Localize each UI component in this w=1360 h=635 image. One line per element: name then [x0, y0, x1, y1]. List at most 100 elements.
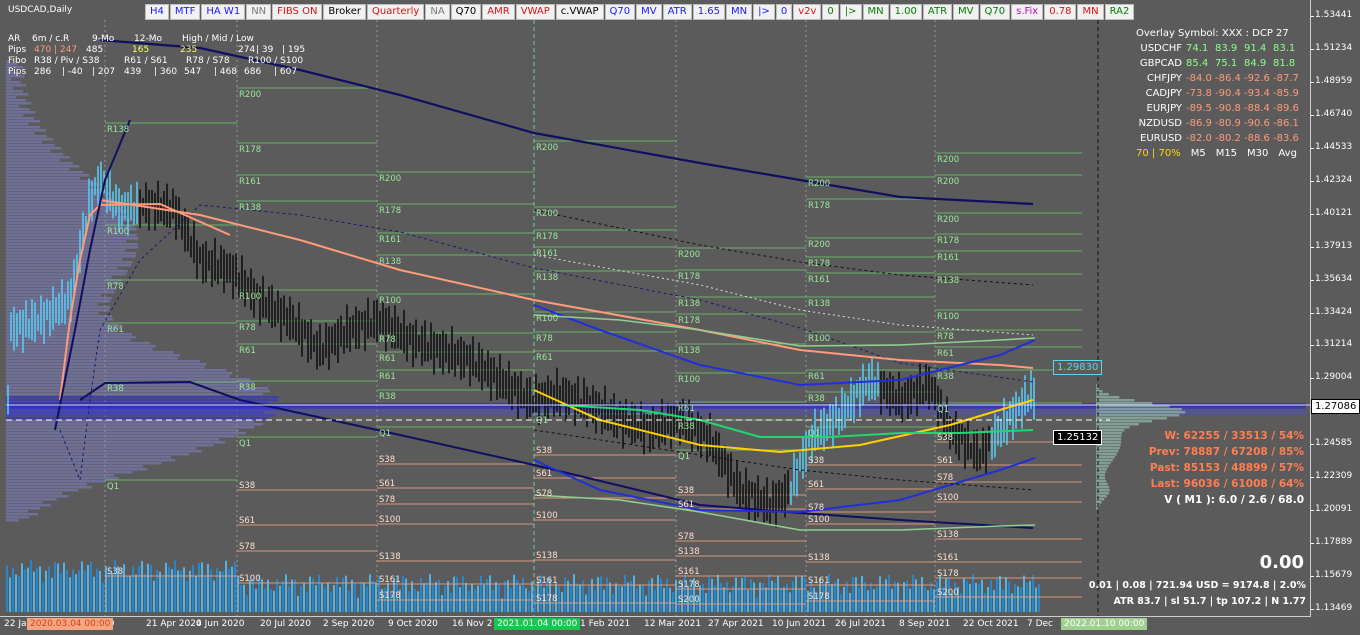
- toolbar-button-na[interactable]: NA: [425, 4, 450, 20]
- stats-header: High / Mid / Low: [182, 34, 254, 44]
- toolbar-button-q70[interactable]: Q70: [450, 4, 482, 20]
- volume-bar: [12, 568, 14, 612]
- timeframe-m15[interactable]: M15: [1216, 146, 1237, 162]
- timeframe-avg[interactable]: Avg: [1278, 146, 1297, 162]
- toolbar-button-q70[interactable]: Q70: [979, 4, 1011, 20]
- volume-bar: [204, 575, 206, 612]
- fib-level-label: S100: [937, 493, 959, 503]
- volume-bar: [327, 582, 329, 612]
- volume-bar: [495, 582, 497, 612]
- price-chart[interactable]: R138 R100 R78 R61 R38 Q1 S38 R200 R178 R161 R138 R1…: [0, 0, 1310, 616]
- volume-bar: [141, 561, 143, 612]
- stats-value: 470: [34, 45, 52, 55]
- volume-bar: [918, 585, 920, 612]
- volume-profile-bar: [6, 243, 138, 246]
- timeframe-m30[interactable]: M30: [1247, 146, 1268, 162]
- toolbar-button-q70[interactable]: Q70: [604, 4, 636, 20]
- volume-profile-bar: [6, 483, 87, 486]
- toolbar-button-ra2[interactable]: RA2: [1104, 4, 1135, 20]
- dotted-mid-line: [533, 254, 1034, 336]
- volume-profile-bar: [6, 366, 205, 369]
- toolbar-button-fibs-on[interactable]: FIBS ON: [272, 4, 323, 20]
- chart-area[interactable]: R138 R100 R78 R61 R38 Q1 S38 R200 R178 R161 R138 R1…: [0, 0, 1311, 616]
- volume-bar: [60, 573, 62, 612]
- toolbar-button-mn[interactable]: MN: [1077, 4, 1104, 20]
- toolbar-button-mv[interactable]: MV: [636, 4, 662, 20]
- volume-profile-bar: [6, 507, 41, 510]
- toolbar-button-1-65[interactable]: 1.65: [692, 4, 725, 20]
- volume-profile-bar: [6, 267, 118, 270]
- time-axis[interactable]: 22 Ja2021 Apr 20204 Jun 202020 Jul 20202…: [0, 616, 1311, 635]
- volume-bar: [168, 566, 170, 612]
- overlay-row-chfjpy: CHFJPY -84.0 -86.4 -92.6 -87.7: [1130, 71, 1308, 86]
- toolbar-button-mtf[interactable]: MTF: [169, 4, 201, 20]
- toolbar-button-s-fix[interactable]: s.Fix: [1011, 4, 1044, 20]
- volume-bar: [366, 586, 368, 612]
- volume-bar: [456, 577, 458, 612]
- volume-bar: [846, 581, 848, 612]
- toolbar-button-0-78[interactable]: 0.78: [1044, 4, 1077, 20]
- toolbar-button-nn[interactable]: NN: [246, 4, 272, 20]
- volume-bar: [513, 574, 515, 612]
- stats-value: | 195: [282, 45, 306, 55]
- stats-value: | -40: [62, 67, 83, 77]
- time-axis-label: 10 Jun 2021: [772, 619, 827, 629]
- volume-bar: [756, 597, 758, 612]
- overlay-row-eurjpy: EURJPY -89.5 -90.8 -88.4 -89.6: [1130, 101, 1308, 116]
- volume-bar: [963, 578, 965, 612]
- toolbar-button-atr[interactable]: ATR: [662, 4, 692, 20]
- toolbar-button-quarterly[interactable]: Quarterly: [367, 4, 425, 20]
- fib-level-label: S161: [678, 567, 700, 577]
- fib-level-label: R138: [379, 257, 401, 267]
- volume-bar: [774, 582, 776, 612]
- price-axis[interactable]: 1.53441 1.51234 1.48959 1.46740 1.44533 1.423…: [1310, 0, 1360, 616]
- volume-bar: [972, 574, 974, 612]
- toolbar-button-ha-w1[interactable]: HA W1: [201, 4, 246, 20]
- toolbar-button-mn[interactable]: MN: [725, 4, 753, 20]
- fib-level-label: R61: [107, 325, 124, 335]
- volume-profile-bar: [6, 345, 156, 348]
- toolbar-button-amr[interactable]: AMR: [482, 4, 515, 20]
- stats-value: 547: [184, 67, 202, 77]
- volume-bar: [279, 585, 281, 612]
- timeframe-m5[interactable]: M5: [1191, 146, 1206, 162]
- toolbar-button-mv[interactable]: MV: [953, 4, 979, 20]
- volume-profile-bar: [6, 369, 227, 372]
- price-axis-label: 1.46740: [1310, 108, 1353, 119]
- volume-bar: [111, 572, 113, 612]
- toolbar-button-h4[interactable]: H4: [145, 4, 169, 20]
- stats-header: 6m / c.R: [32, 34, 70, 44]
- volume-profile-bar: [6, 153, 64, 156]
- fib-level-label: R38: [678, 422, 695, 432]
- fib-level-label: R61: [379, 372, 396, 382]
- vwap-line: [99, 199, 1034, 369]
- overlay-value: -80.2: [1215, 133, 1241, 144]
- toolbar-button--[interactable]: |>: [753, 4, 775, 20]
- volume-profile-bar: [6, 222, 122, 225]
- fib-level-label: S78: [808, 503, 824, 513]
- toolbar-button-broker[interactable]: Broker: [323, 4, 366, 20]
- volume-bar: [726, 581, 728, 612]
- toolbar-button-1-00[interactable]: 1.00: [889, 4, 922, 20]
- toolbar-button-mn[interactable]: MN: [862, 4, 889, 20]
- fib-level-label: Q1: [239, 439, 251, 449]
- toolbar-button-c-vwap[interactable]: c.VWAP: [555, 4, 604, 20]
- volume-profile-bar: [6, 378, 251, 381]
- volume-bar: [579, 584, 581, 612]
- fib-level-label: S100: [239, 574, 261, 584]
- toolbar-button--[interactable]: |>: [839, 4, 862, 20]
- time-axis-label: 12 Mar 2021: [644, 619, 702, 629]
- toolbar-button-vwap[interactable]: VWAP: [515, 4, 555, 20]
- overlay-symbol: GBPCAD: [1139, 58, 1182, 69]
- volume-bar: [447, 581, 449, 612]
- volume-profile-bar: [6, 513, 39, 516]
- volume-profile-bar: [6, 81, 21, 84]
- toolbar-button-v2v[interactable]: v2v: [793, 4, 822, 20]
- toolbar-button-0[interactable]: 0: [775, 4, 793, 20]
- fib-level-label: R178: [808, 201, 830, 211]
- toolbar-button-atr[interactable]: ATR: [922, 4, 953, 20]
- volume-bar: [291, 579, 293, 612]
- toolbar-button-0[interactable]: 0: [822, 4, 839, 20]
- overlay-value: -73.8: [1186, 88, 1212, 99]
- volume-bar: [369, 574, 371, 612]
